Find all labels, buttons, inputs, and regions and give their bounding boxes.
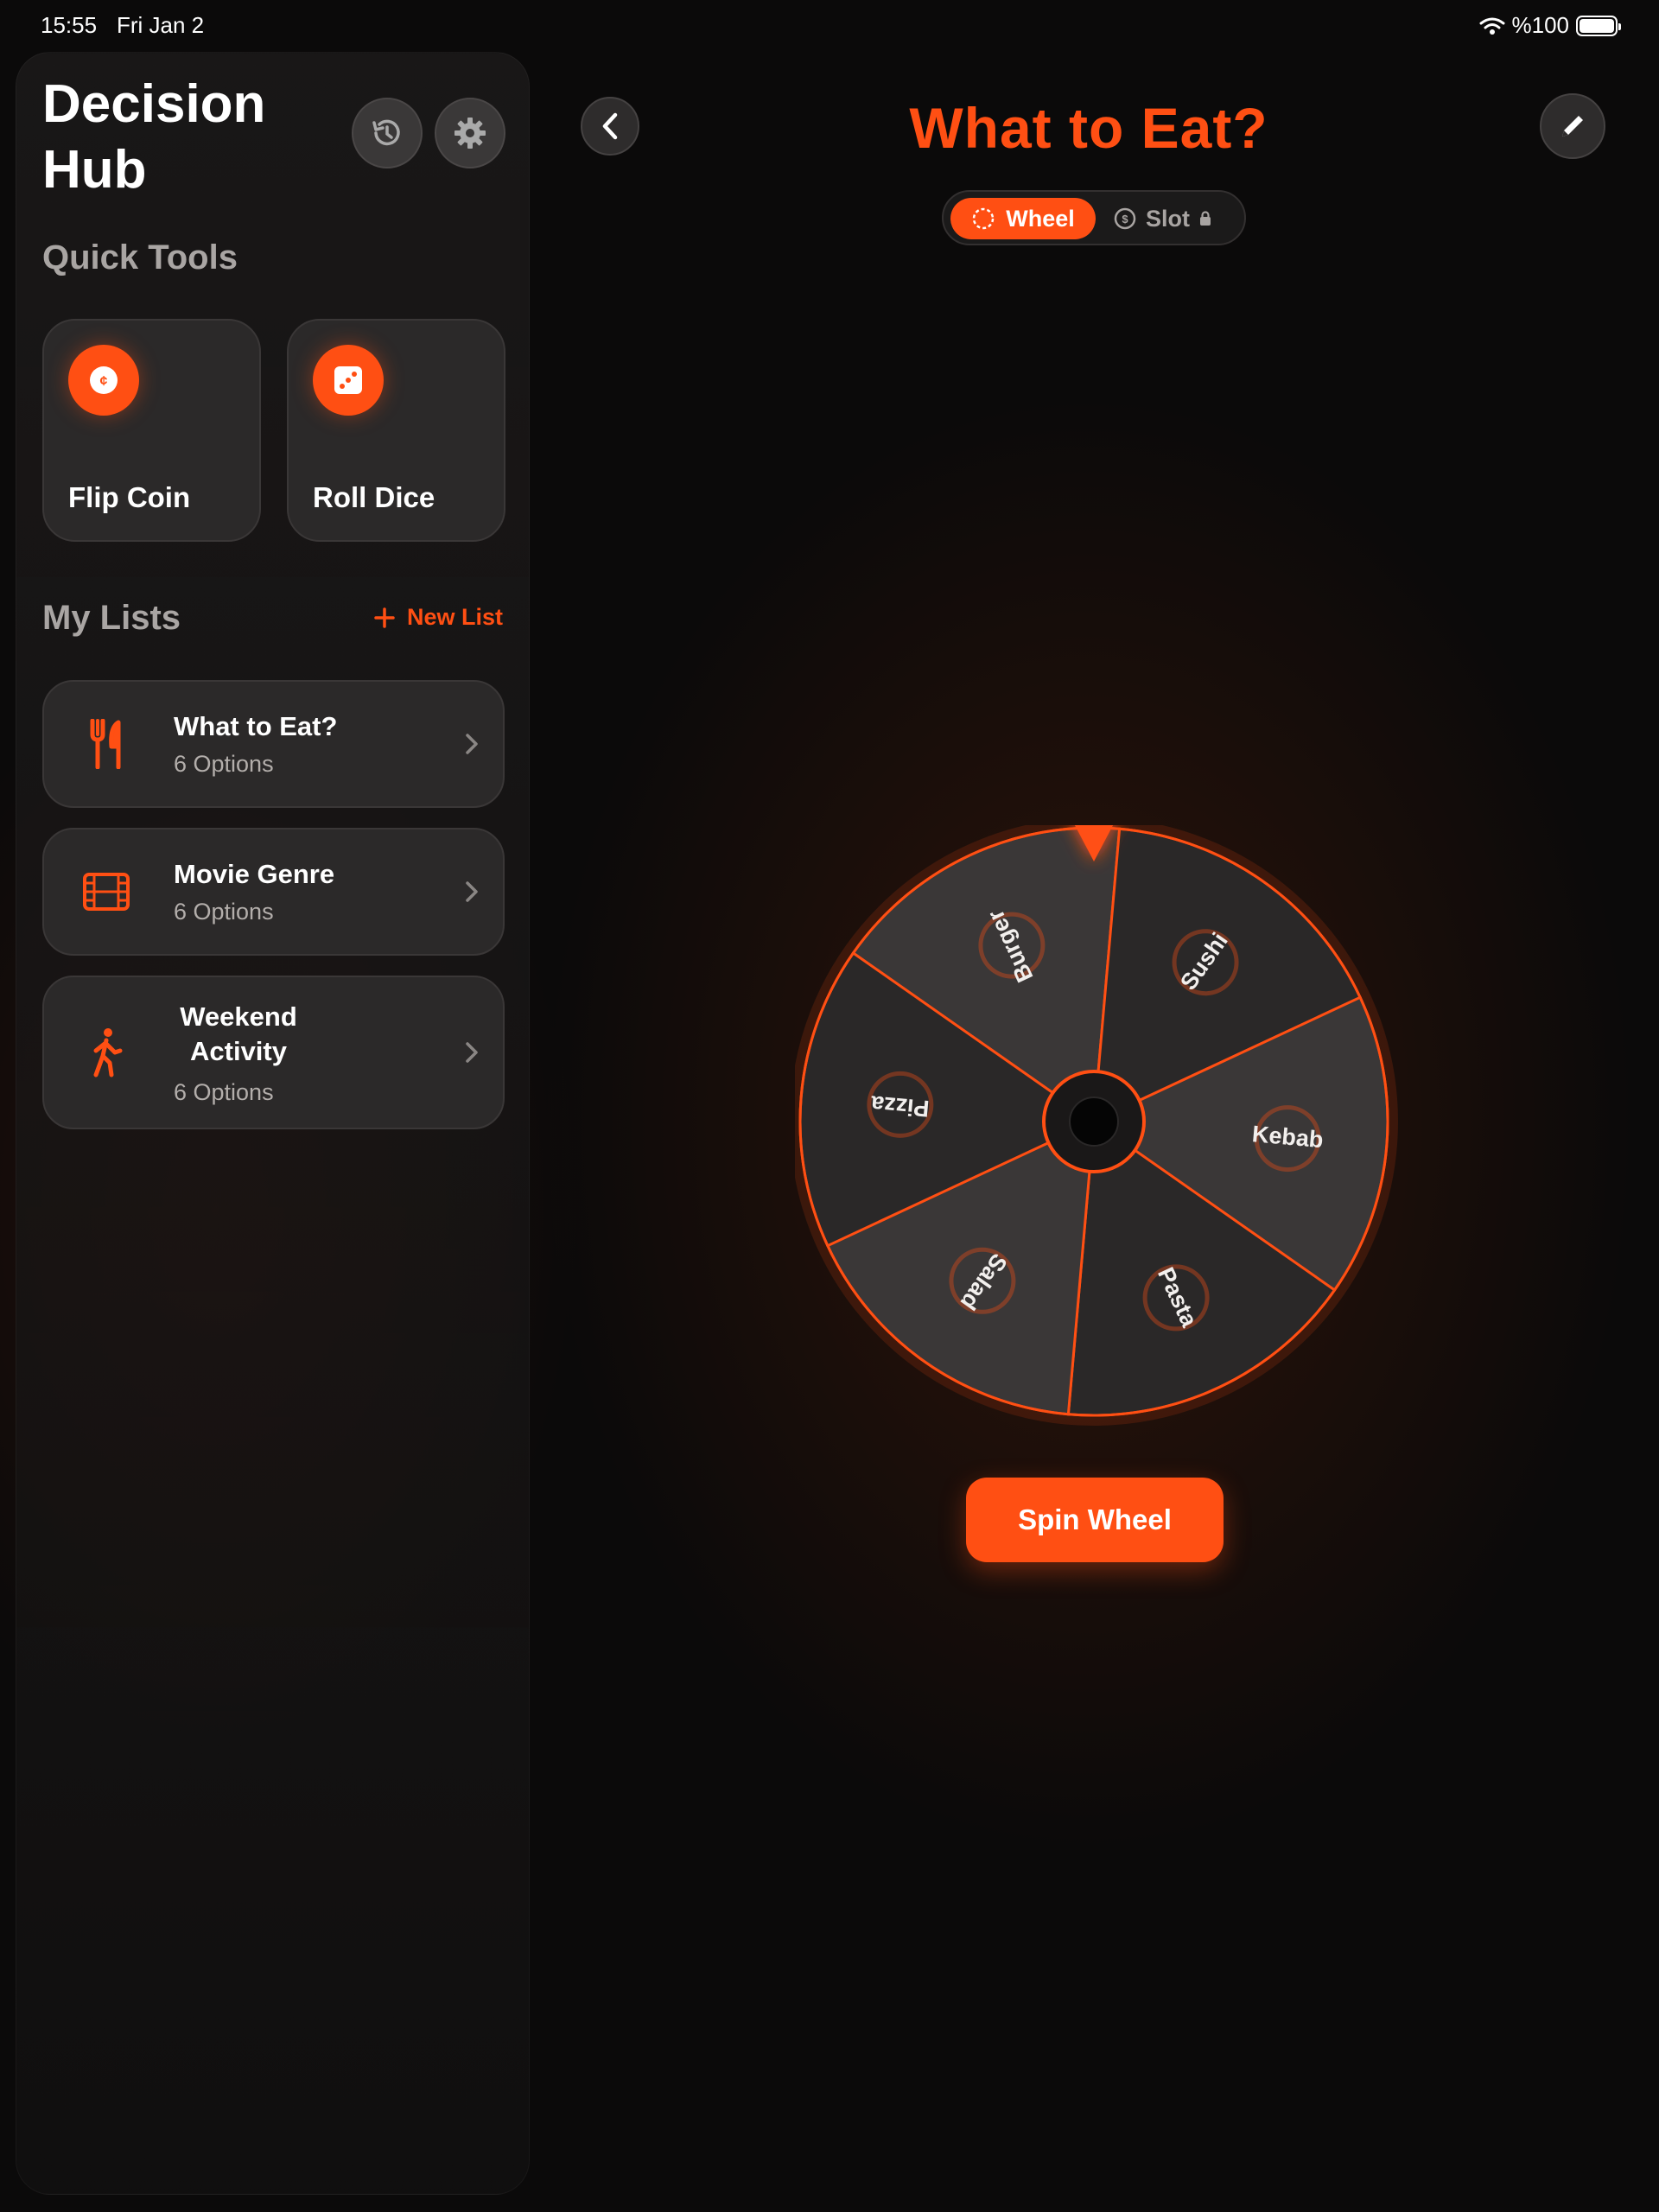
svg-text:$: $: [1122, 213, 1128, 226]
history-button[interactable]: [352, 98, 423, 168]
status-time: 15:55: [41, 12, 98, 38]
new-list-button[interactable]: New List: [374, 604, 503, 631]
chevron-right-icon: [466, 881, 478, 902]
flip-coin-card[interactable]: ¢ Flip Coin: [42, 319, 261, 542]
roll-dice-label: Roll Dice: [313, 481, 435, 513]
mode-slot-tab[interactable]: $ Slot: [1113, 198, 1234, 239]
plus-icon: [374, 607, 395, 628]
history-icon: [372, 119, 400, 146]
list-subtitle: 6 Options: [174, 899, 274, 925]
wheel-slice-label: Pizza: [869, 1090, 931, 1122]
mode-slot-label: Slot: [1146, 205, 1190, 232]
wheel-graphic: Burger SushiKebabPastaSaladPizza: [790, 796, 1398, 1426]
list-title-line-2: Activity: [190, 1036, 287, 1066]
mode-wheel-label: Wheel: [1006, 205, 1075, 232]
spin-wheel[interactable]: Burger Sushi Kebab Pasta Salad Pizza: [790, 796, 1400, 1430]
settings-button[interactable]: [435, 98, 505, 168]
coin-icon: ¢: [68, 345, 139, 416]
roll-dice-card[interactable]: Roll Dice: [287, 319, 505, 542]
list-title-line-1: Weekend: [180, 1001, 297, 1032]
dollar-circle-icon: $: [1114, 207, 1136, 230]
pencil-icon: [1562, 116, 1583, 137]
list-item-what-to-eat[interactable]: What to Eat? 6 Options: [42, 680, 505, 808]
list-title: What to Eat?: [174, 711, 338, 741]
spin-wheel-button[interactable]: Spin Wheel: [966, 1478, 1224, 1562]
mode-toggle: Wheel $ Slot: [942, 190, 1246, 245]
mode-wheel-tab[interactable]: Wheel: [950, 198, 1096, 239]
battery-percent: %100: [1511, 12, 1570, 38]
battery-icon: [1576, 15, 1621, 36]
wifi-icon: [1479, 17, 1504, 35]
flip-coin-label: Flip Coin: [68, 481, 191, 513]
wheel-mode-icon: [972, 207, 995, 230]
film-icon: [80, 866, 132, 918]
edit-button[interactable]: [1540, 93, 1605, 159]
quick-tools-title: Quick Tools: [42, 238, 238, 276]
list-title: Weekend Activity: [174, 1001, 303, 1067]
walking-icon: [80, 1027, 132, 1078]
status-bar: 15:55 Fri Jan 2 %100: [0, 0, 1659, 52]
list-item-movie-genre[interactable]: Movie Genre 6 Options: [42, 828, 505, 956]
my-lists-title: My Lists: [42, 599, 181, 637]
new-list-label: New List: [406, 604, 503, 630]
page-title: What to Eat?: [909, 96, 1268, 160]
list-title: Movie Genre: [174, 859, 335, 889]
fork-knife-icon: [80, 718, 132, 770]
lock-icon: [1200, 211, 1211, 226]
app-title: Decision Hub: [42, 74, 266, 200]
list-subtitle: 6 Options: [174, 1079, 274, 1105]
chevron-left-icon: [602, 112, 618, 140]
gear-icon: [454, 118, 486, 149]
dice-icon: [313, 345, 384, 416]
sidebar: Decision Hub Quick Tools ¢ Flip Coin Rol…: [16, 52, 530, 2195]
list-item-weekend-activity[interactable]: Weekend Activity 6 Options: [42, 976, 505, 1129]
back-button[interactable]: [581, 97, 639, 156]
list-subtitle: 6 Options: [174, 751, 274, 777]
status-date: Fri Jan 2: [117, 12, 205, 38]
svg-text:¢: ¢: [100, 374, 108, 389]
chevron-right-icon: [466, 1042, 478, 1063]
status-indicators: %100: [1479, 12, 1621, 39]
chevron-right-icon: [466, 734, 478, 754]
